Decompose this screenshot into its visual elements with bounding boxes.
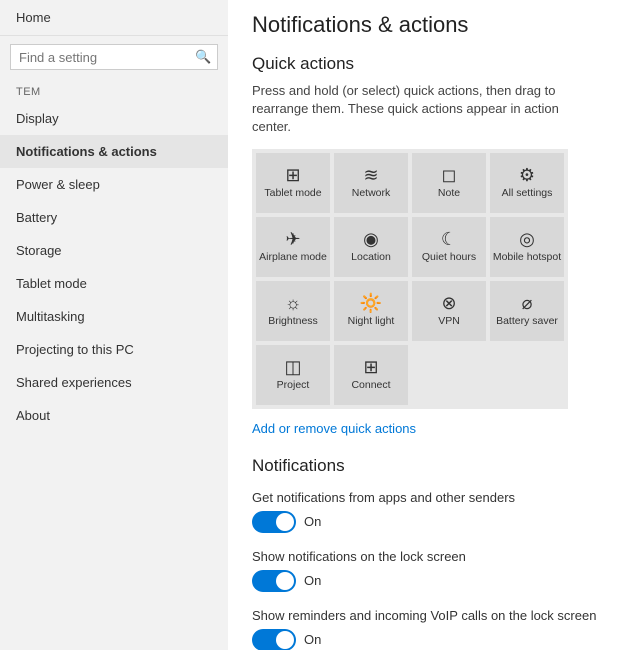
brightness-icon: ☼ [285, 294, 302, 312]
battery-saver-icon: ⌀ [522, 294, 533, 312]
notif-label-1: Show notifications on the lock screen [252, 549, 601, 564]
qa-item-all-settings[interactable]: ⚙ All settings [490, 153, 564, 213]
qa-item-connect[interactable]: ⊞ Connect [334, 345, 408, 405]
qa-item-airplane-mode[interactable]: ✈ Airplane mode [256, 217, 330, 277]
qa-label: Location [351, 252, 391, 264]
qa-item-project[interactable]: ◫ Project [256, 345, 330, 405]
sidebar-item-tablet-mode[interactable]: Tablet mode [0, 267, 228, 300]
project-icon: ◫ [284, 358, 301, 376]
sidebar-item-multitasking[interactable]: Multitasking [0, 300, 228, 333]
qa-label: Night light [348, 316, 395, 328]
page-title: Notifications & actions [252, 0, 601, 38]
toggle-1[interactable] [252, 570, 296, 592]
qa-label: Brightness [268, 316, 318, 328]
qa-label: Quiet hours [422, 252, 476, 264]
location-icon: ◉ [363, 230, 379, 248]
main-content: Notifications & actions Quick actions Pr… [228, 0, 625, 650]
tablet-mode-icon: ⊞ [285, 166, 300, 184]
all-settings-icon: ⚙ [519, 166, 535, 184]
sidebar-item-projecting-to-this-pc[interactable]: Projecting to this PC [0, 333, 228, 366]
notif-label-2: Show reminders and incoming VoIP calls o… [252, 608, 601, 623]
note-icon: ◻ [442, 166, 457, 184]
quick-actions-title: Quick actions [252, 54, 601, 74]
night-light-icon: 🔆 [360, 294, 382, 312]
qa-item-quiet-hours[interactable]: ☾ Quiet hours [412, 217, 486, 277]
qa-label: Airplane mode [259, 252, 327, 264]
toggle-knob-0 [276, 513, 294, 531]
toggle-state-0: On [304, 514, 321, 529]
qa-label: Mobile hotspot [493, 252, 561, 264]
qa-label: Network [352, 188, 391, 200]
toggle-row-1: On [252, 570, 601, 592]
search-input[interactable] [19, 50, 195, 65]
qa-label: Tablet mode [264, 188, 321, 200]
qa-label: All settings [502, 188, 553, 200]
sidebar-item-storage[interactable]: Storage [0, 234, 228, 267]
airplane-mode-icon: ✈ [285, 230, 300, 248]
sidebar-item-about[interactable]: About [0, 399, 228, 432]
qa-label: VPN [438, 316, 460, 328]
toggle-0[interactable] [252, 511, 296, 533]
qa-item-location[interactable]: ◉ Location [334, 217, 408, 277]
toggle-row-2: On [252, 629, 601, 650]
toggle-2[interactable] [252, 629, 296, 650]
qa-item-note[interactable]: ◻ Note [412, 153, 486, 213]
add-remove-link[interactable]: Add or remove quick actions [252, 421, 601, 436]
qa-item-night-light[interactable]: 🔆 Night light [334, 281, 408, 341]
notif-row-0: Get notifications from apps and other se… [252, 490, 601, 533]
vpn-icon: ⊗ [441, 294, 456, 312]
qa-label: Note [438, 188, 460, 200]
quick-actions-grid: ⊞ Tablet mode ≋ Network ◻ Note ⚙ All settings ✈ A… [252, 149, 568, 409]
sidebar: Home 🔍 tem DisplayNotifications & action… [0, 0, 228, 650]
sidebar-item-shared-experiences[interactable]: Shared experiences [0, 366, 228, 399]
sidebar-item-power---sleep[interactable]: Power & sleep [0, 168, 228, 201]
toggle-knob-2 [276, 631, 294, 649]
qa-item-network[interactable]: ≋ Network [334, 153, 408, 213]
notif-row-1: Show notifications on the lock screen On [252, 549, 601, 592]
toggle-knob-1 [276, 572, 294, 590]
qa-item-tablet-mode[interactable]: ⊞ Tablet mode [256, 153, 330, 213]
quiet-hours-icon: ☾ [441, 230, 457, 248]
quick-actions-desc: Press and hold (or select) quick actions… [252, 82, 601, 137]
notifications-rows: Get notifications from apps and other se… [252, 490, 601, 650]
qa-item-mobile-hotspot[interactable]: ◎ Mobile hotspot [490, 217, 564, 277]
notif-label-0: Get notifications from apps and other se… [252, 490, 601, 505]
sidebar-items: DisplayNotifications & actionsPower & sl… [0, 102, 228, 432]
notif-row-2: Show reminders and incoming VoIP calls o… [252, 608, 601, 650]
search-box[interactable]: 🔍 [10, 44, 218, 70]
mobile-hotspot-icon: ◎ [519, 230, 535, 248]
sidebar-section-label: tem [0, 78, 228, 102]
toggle-state-2: On [304, 632, 321, 647]
sidebar-item-display[interactable]: Display [0, 102, 228, 135]
sidebar-home[interactable]: Home [0, 0, 228, 36]
qa-item-vpn[interactable]: ⊗ VPN [412, 281, 486, 341]
sidebar-item-notifications---actions[interactable]: Notifications & actions [0, 135, 228, 168]
network-icon: ≋ [363, 166, 378, 184]
toggle-state-1: On [304, 573, 321, 588]
qa-label: Project [277, 380, 310, 392]
toggle-row-0: On [252, 511, 601, 533]
qa-item-battery-saver[interactable]: ⌀ Battery saver [490, 281, 564, 341]
qa-label: Battery saver [496, 316, 558, 328]
qa-label: Connect [351, 380, 390, 392]
connect-icon: ⊞ [363, 358, 378, 376]
qa-item-brightness[interactable]: ☼ Brightness [256, 281, 330, 341]
search-icon: 🔍 [195, 49, 211, 65]
notifications-title: Notifications [252, 456, 601, 476]
sidebar-item-battery[interactable]: Battery [0, 201, 228, 234]
